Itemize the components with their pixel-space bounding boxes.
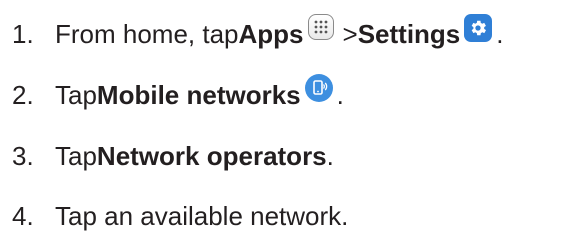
settings-label: Settings [357, 18, 461, 49]
step-text: From home, tap [55, 18, 239, 49]
apps-label: Apps [238, 18, 304, 49]
step-1: 1. From home, tap Apps > Settings . [12, 14, 504, 54]
separator: > [342, 18, 358, 49]
mobile-networks-label: Mobile networks [96, 79, 301, 110]
network-operators-label: Network operators [96, 140, 327, 171]
step-text: Tap [55, 140, 97, 171]
step-number: 1. [12, 18, 34, 49]
step-4: 4. Tap an available network. [12, 196, 348, 236]
mobile-networks-icon [304, 74, 333, 102]
step-text: Tap an available network. [55, 200, 349, 231]
step-text: Tap [55, 79, 97, 110]
period: . [336, 79, 344, 110]
period: . [326, 140, 334, 171]
step-2: 2. Tap Mobile networks . [12, 74, 344, 115]
step-3: 3. Tap Network operators . [12, 136, 334, 176]
step-number: 4. [12, 200, 34, 231]
step-number: 2. [12, 79, 34, 110]
period: . [496, 18, 504, 49]
step-number: 3. [12, 140, 34, 171]
apps-grid-icon [307, 14, 334, 40]
settings-gear-icon [464, 14, 493, 42]
